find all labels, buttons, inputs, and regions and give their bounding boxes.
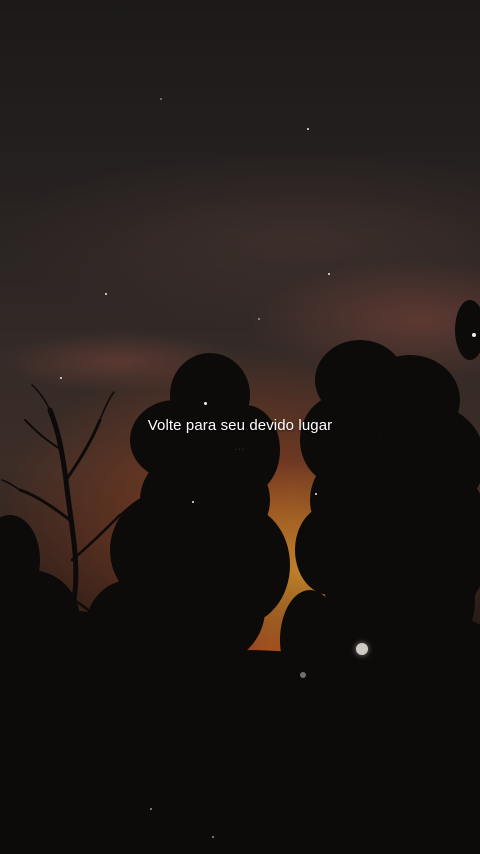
sparkle bbox=[60, 377, 62, 379]
lyric-caption: Volte para seu devido lugar bbox=[147, 417, 333, 434]
sparkle bbox=[328, 273, 330, 275]
watermark-text: ··· bbox=[235, 446, 245, 453]
sparkle bbox=[212, 836, 214, 838]
sparkle bbox=[300, 672, 306, 678]
video-frame[interactable]: Volte para seu devido lugar ··· bbox=[0, 0, 480, 854]
sparkle bbox=[204, 402, 207, 405]
sparkle bbox=[472, 333, 476, 337]
sparkle bbox=[258, 318, 260, 320]
sparkle bbox=[356, 643, 368, 655]
sparkle bbox=[160, 98, 162, 100]
sparkle bbox=[150, 808, 152, 810]
sparkle bbox=[105, 293, 107, 295]
sparkle bbox=[307, 128, 309, 130]
sparkle bbox=[315, 493, 317, 495]
sparkle bbox=[192, 501, 194, 503]
